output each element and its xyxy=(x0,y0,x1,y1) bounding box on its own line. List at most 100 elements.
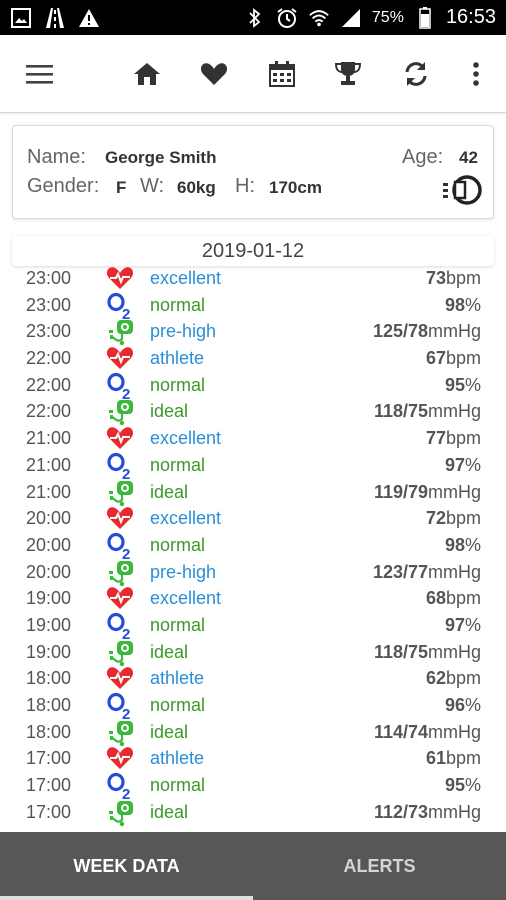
row-value-number: 98 xyxy=(444,534,465,555)
row-value-unit: % xyxy=(464,614,481,635)
oxygen-icon: 2 xyxy=(106,772,136,803)
row-value-unit: % xyxy=(464,454,481,475)
road-notification-icon xyxy=(44,7,66,29)
wifi-icon xyxy=(308,7,330,29)
calendar-icon[interactable] xyxy=(262,54,302,94)
row-value-unit: % xyxy=(464,294,481,315)
measurement-row[interactable]: 19:00 excellent 68bpm xyxy=(0,586,506,613)
smartwatch-icon[interactable] xyxy=(443,170,483,215)
measurement-row[interactable]: 21:00 ideal 119/79mmHg xyxy=(0,480,506,507)
measurement-row[interactable]: 17:00 athlete 61bpm xyxy=(0,746,506,773)
battery-percentage: 75% xyxy=(371,8,404,26)
heart-rate-icon xyxy=(106,346,136,373)
menu-icon[interactable] xyxy=(20,54,60,94)
row-status: normal xyxy=(150,695,206,715)
row-time: 20:00 xyxy=(26,508,72,529)
tab-week-data[interactable]: WEEK DATA xyxy=(0,832,253,900)
row-value-number: 61 xyxy=(425,748,446,769)
height-label: H: xyxy=(235,175,255,197)
row-value-unit: mmHg xyxy=(428,721,481,742)
row-time: 21:00 xyxy=(26,454,72,475)
measurement-row[interactable]: 21:00 2 normal 97% xyxy=(0,452,506,483)
row-time: 18:00 xyxy=(26,721,72,742)
row-status: excellent xyxy=(150,508,222,529)
row-status: ideal xyxy=(150,401,189,422)
measurement-row[interactable]: 23:00 pre-high 125/78mmHg xyxy=(0,319,506,346)
measurement-row[interactable]: 23:00 excellent 73bpm xyxy=(0,266,506,293)
measurement-row[interactable]: 20:00 pre-high 123/77mmHg xyxy=(0,560,506,587)
heart-rate-icon xyxy=(106,506,136,533)
measurement-row[interactable]: 21:00 excellent 77bpm xyxy=(0,426,506,453)
home-icon[interactable] xyxy=(127,54,167,94)
blood-pressure-icon xyxy=(106,319,136,346)
row-value-number: 125/78 xyxy=(372,321,428,342)
row-time: 19:00 xyxy=(26,614,72,635)
blood-pressure-icon xyxy=(106,800,136,827)
row-value-unit: mmHg xyxy=(428,321,481,342)
measurement-row[interactable]: 18:00 ideal 114/74mmHg xyxy=(0,720,506,747)
svg-text:2: 2 xyxy=(122,626,130,640)
row-time: 17:00 xyxy=(26,775,72,796)
measurement-row[interactable]: 19:00 ideal 118/75mmHg xyxy=(0,640,506,667)
date-header: 2019-01-12 xyxy=(12,236,494,266)
row-time: 17:00 xyxy=(26,748,72,769)
row-value: 123/77mmHg xyxy=(373,562,481,583)
measurement-row[interactable]: 22:00 athlete 67bpm xyxy=(0,346,506,373)
row-status: excellent xyxy=(150,268,222,288)
row-time: 23:00 xyxy=(26,268,72,288)
tab-alerts[interactable]: ALERTS xyxy=(253,832,506,900)
row-status: normal xyxy=(150,775,206,796)
measurement-row[interactable]: 17:00 ideal 112/73mmHg xyxy=(0,800,506,827)
measurement-row[interactable]: 18:00 athlete 62bpm xyxy=(0,666,506,693)
row-value-unit: bpm xyxy=(445,268,481,288)
row-value-number: 112/73 xyxy=(373,801,428,822)
name-value: George Smith xyxy=(105,148,217,167)
heart-icon[interactable] xyxy=(194,54,234,94)
weight-label: W: xyxy=(140,175,165,197)
svg-text:2: 2 xyxy=(122,386,130,400)
bottom-tab-bar: WEEK DATA ALERTS xyxy=(0,832,506,900)
measurement-row[interactable]: 20:00 excellent 72bpm xyxy=(0,506,506,533)
row-value: 61bpm xyxy=(426,748,481,769)
row-time: 22:00 xyxy=(26,348,72,369)
row-value-unit: mmHg xyxy=(428,801,481,822)
measurement-row[interactable]: 22:00 2 normal 95% xyxy=(0,372,506,403)
measurement-row[interactable]: 17:00 2 normal 95% xyxy=(0,772,506,803)
row-value: 112/73mmHg xyxy=(374,802,481,823)
trophy-icon[interactable] xyxy=(328,54,368,94)
row-time: 22:00 xyxy=(26,401,72,422)
image-notification-icon xyxy=(10,7,32,29)
alarm-icon xyxy=(276,7,298,29)
row-value: 77bpm xyxy=(426,428,481,449)
row-status: normal xyxy=(150,534,206,555)
row-time: 21:00 xyxy=(26,481,72,502)
row-value-number: 62 xyxy=(425,668,446,689)
row-value: 119/79mmHg xyxy=(374,482,481,503)
row-time: 22:00 xyxy=(26,374,72,395)
refresh-icon[interactable] xyxy=(396,54,436,94)
row-value-unit: % xyxy=(464,695,481,715)
heart-rate-icon xyxy=(106,426,136,453)
measurement-row[interactable]: 23:00 2 normal 98% xyxy=(0,292,506,323)
row-time: 18:00 xyxy=(26,695,72,715)
oxygen-icon: 2 xyxy=(106,372,136,403)
measurement-row[interactable]: 18:00 2 normal 96% xyxy=(0,692,506,723)
row-value: 98% xyxy=(445,535,481,556)
measurement-row[interactable]: 19:00 2 normal 97% xyxy=(0,612,506,643)
more-vert-icon[interactable] xyxy=(456,54,496,94)
blood-pressure-icon xyxy=(106,560,136,587)
oxygen-icon: 2 xyxy=(106,452,136,483)
name-label: Name: xyxy=(27,146,86,168)
oxygen-icon: 2 xyxy=(106,692,136,723)
row-time: 23:00 xyxy=(26,321,72,342)
row-status: athlete xyxy=(150,748,205,769)
row-value-unit: mmHg xyxy=(428,641,481,662)
row-value: 72bpm xyxy=(426,508,481,529)
row-status: ideal xyxy=(150,481,189,502)
svg-text:2: 2 xyxy=(122,786,130,800)
row-status: normal xyxy=(150,454,206,475)
row-value: 118/75mmHg xyxy=(374,642,481,663)
measurement-row[interactable]: 22:00 ideal 118/75mmHg xyxy=(0,399,506,426)
row-value: 67bpm xyxy=(426,348,481,369)
measurement-row[interactable]: 20:00 2 normal 98% xyxy=(0,532,506,563)
